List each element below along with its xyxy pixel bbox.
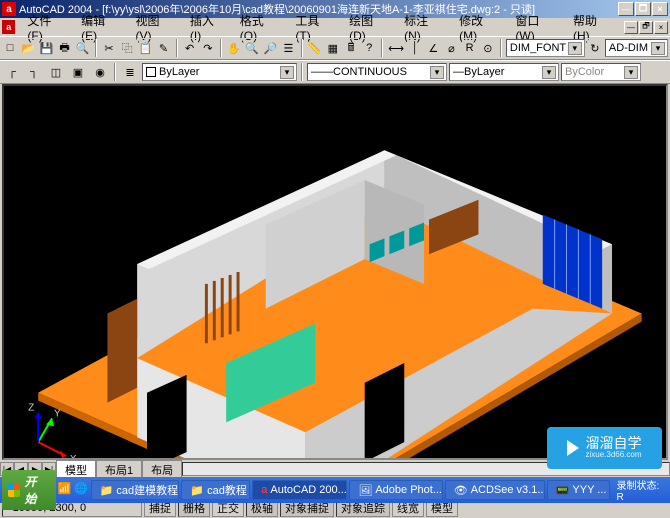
matchprop-icon[interactable]: ✎ (155, 38, 171, 58)
watermark-url: zixue.3d66.com (585, 451, 641, 460)
new-icon[interactable]: □ (2, 38, 18, 58)
print-icon[interactable]: 🖶 (57, 38, 73, 58)
taskbar-item-active[interactable]: aAutoCAD 200... (252, 480, 347, 500)
dim-type-combo[interactable]: AD-DIM (605, 39, 668, 57)
doc-close-button[interactable]: × (654, 21, 668, 34)
windows-logo-icon (8, 483, 20, 497)
close-button[interactable]: × (652, 2, 668, 16)
play-icon (567, 440, 579, 456)
preview-icon[interactable]: 🔍 (75, 38, 91, 58)
properties-icon[interactable]: ☰ (280, 38, 296, 58)
paste-icon[interactable]: 📋 (137, 38, 153, 58)
watermark-title: 溜溜自学 (585, 436, 641, 451)
osnap-icon[interactable]: ◉ (90, 62, 110, 82)
layer-tool2-icon[interactable]: ┐ (24, 62, 44, 82)
dim-aligned-icon[interactable]: │ (407, 38, 423, 58)
zoom-realtime-icon[interactable]: 🔍 (244, 38, 260, 58)
open-icon[interactable]: 📂 (20, 38, 36, 58)
copy-icon[interactable]: ⿻ (119, 38, 135, 58)
redo-icon[interactable]: ↷ (200, 38, 216, 58)
linetype-combo[interactable]: —— CONTINUOUS (307, 63, 447, 81)
layer-tool1-icon[interactable]: ┌ (2, 62, 22, 82)
taskbar-item[interactable]: 📟YYY ... (547, 480, 611, 500)
color-combo[interactable]: ByColor (561, 63, 641, 81)
zoom-prev-icon[interactable]: 🔎 (262, 38, 278, 58)
svg-text:X: X (70, 454, 77, 458)
start-button[interactable]: 开始 (2, 470, 56, 510)
area-icon[interactable]: ▦ (325, 38, 341, 58)
windows-taskbar: 开始 📶 🌐 📁cad建模教程 📁cad教程 aAutoCAD 200... 🖼… (0, 477, 670, 503)
dim-angular-icon[interactable]: ∠ (425, 38, 441, 58)
viewport[interactable]: X Y Z (2, 84, 668, 460)
quick-launch-icon2[interactable]: 🌐 (74, 482, 88, 498)
quick-launch-icon[interactable]: 📶 (58, 482, 72, 498)
window-buttons: — 🗖 × (618, 2, 668, 16)
tab-layout2[interactable]: 布局 (142, 460, 182, 479)
dim-update-icon[interactable]: ↻ (587, 38, 603, 58)
svg-text:Z: Z (28, 403, 34, 414)
help-icon[interactable]: ? (361, 38, 377, 58)
dim-style-combo[interactable]: DIM_FONT (506, 39, 585, 57)
system-tray[interactable]: 录制状态: R (612, 477, 668, 503)
svg-text:Y: Y (54, 408, 61, 419)
standard-toolbar: □ 📂 💾 🖶 🔍 ✂ ⿻ 📋 ✎ ↶ ↷ ✋ 🔍 🔎 ☰ 📏 ▦ 🖩 ? ⟷ … (0, 36, 670, 60)
dim-diameter-icon[interactable]: ⌀ (443, 38, 459, 58)
app-icon-small: a (2, 20, 15, 34)
doc-minimize-button[interactable]: — (624, 21, 638, 34)
lineweight-combo[interactable]: — ByLayer (449, 63, 559, 81)
tab-model[interactable]: 模型 (56, 460, 96, 479)
doc-restore-button[interactable]: 🗗 (639, 21, 653, 34)
taskbar-item[interactable]: 📁cad教程 (181, 480, 250, 500)
maximize-button[interactable]: 🗖 (635, 2, 651, 16)
app-icon: a (2, 2, 16, 16)
watermark-overlay: 溜溜自学 zixue.3d66.com (547, 427, 662, 469)
layerprops-icon[interactable]: ≣ (120, 62, 140, 82)
tray-clock: 录制状态: R (616, 477, 664, 503)
tab-layout1[interactable]: 布局1 (96, 460, 142, 479)
calc-icon[interactable]: 🖩 (343, 38, 359, 58)
taskbar-item[interactable]: 📁cad建模教程 (91, 480, 180, 500)
pan-icon[interactable]: ✋ (226, 38, 242, 58)
layer-tool3-icon[interactable]: ◫ (46, 62, 66, 82)
minimize-button[interactable]: — (618, 2, 634, 16)
save-icon[interactable]: 💾 (38, 38, 54, 58)
taskbar-item[interactable]: 🖼Adobe Phot... (349, 480, 442, 500)
properties-toolbar: ┌ ┐ ◫ ▣ ◉ ≣ ByLayer —— CONTINUOUS — ByLa… (0, 60, 670, 84)
3d-model-view[interactable]: X Y Z (4, 86, 666, 458)
undo-icon[interactable]: ↶ (182, 38, 198, 58)
layer-tool4-icon[interactable]: ▣ (68, 62, 88, 82)
layer-combo[interactable]: ByLayer (142, 63, 297, 81)
dim-radius-icon[interactable]: R (462, 38, 478, 58)
dim-linear-icon[interactable]: ⟷ (387, 38, 405, 58)
menubar: a 文件(F) 编辑(E) 视图(V) 插入(I) 格式(O) 工具(T) 绘图… (0, 18, 670, 36)
dim-center-icon[interactable]: ⊙ (480, 38, 496, 58)
cut-icon[interactable]: ✂ (101, 38, 117, 58)
dist-icon[interactable]: 📏 (307, 38, 323, 58)
taskbar-item[interactable]: 👁ACDSee v3.1... (445, 480, 545, 500)
